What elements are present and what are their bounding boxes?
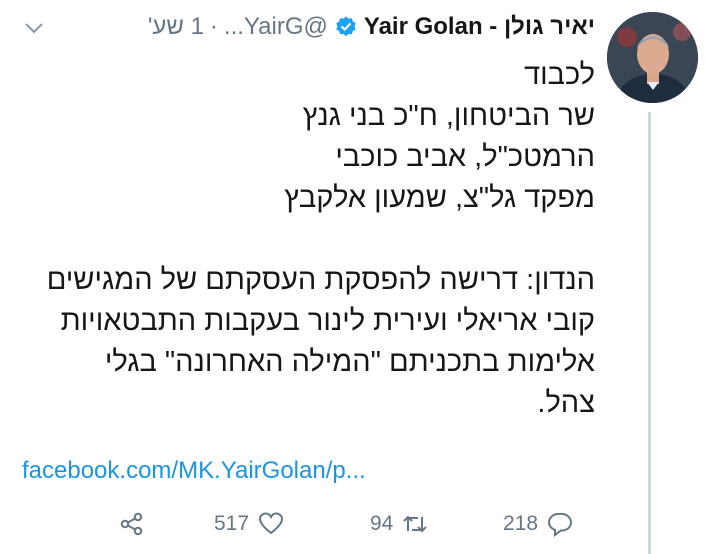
separator-dot: · [209,13,218,40]
reply-icon [548,513,573,537]
handle[interactable]: @YairG... [224,13,328,41]
facebook-link[interactable]: facebook.com/MK.YairGolan/p... [22,457,366,485]
like-button[interactable]: 517 [214,510,285,538]
tweet-line: הנדון: דרישה להפסקת העסקתם של המגישים [46,264,595,296]
reply-button[interactable]: 218 [503,510,574,538]
tweet-header: יאיר גולן - Yair Golan @YairG... · 1 שע' [148,12,595,42]
tweet-actions: 517 94 218 [0,510,720,550]
tweet-line: צהל. [537,387,595,419]
display-name[interactable]: יאיר גולן - Yair Golan [364,13,595,41]
tweet-line: קובי אריאלי ועירית לינור בעקבות התבטאויו… [60,305,595,337]
verified-badge-icon [336,16,356,37]
heart-icon [259,512,284,535]
tweet-line: אלימות בתכניתם "המילה האחרונה" בגלי [104,346,595,378]
avatar[interactable] [607,12,698,103]
avatar-image [607,12,698,103]
timestamp[interactable]: 1 שע' [148,13,204,41]
tweet-line: הרמטכ"ל, אביב כוכבי [335,141,595,173]
like-count: 517 [214,512,250,535]
tweet-line: מפקד גל"צ, שמעון אלקבץ [284,182,595,214]
share-button[interactable] [118,510,146,538]
share-icon [120,512,143,536]
tweet-text: לכבוד שר הביטחון, ח"כ בני גנץ הרמטכ"ל, א… [25,55,595,424]
tweet-line: לכבוד [524,59,595,91]
chevron-down-icon[interactable] [22,16,46,40]
retweet-icon [403,515,428,533]
thread-line [648,112,651,554]
retweet-button[interactable]: 94 [370,510,429,538]
tweet-line: שר הביטחון, ח"כ בני גנץ [302,100,595,132]
retweet-count: 94 [370,512,394,535]
tweet-line [25,219,595,260]
reply-count: 218 [503,512,539,535]
